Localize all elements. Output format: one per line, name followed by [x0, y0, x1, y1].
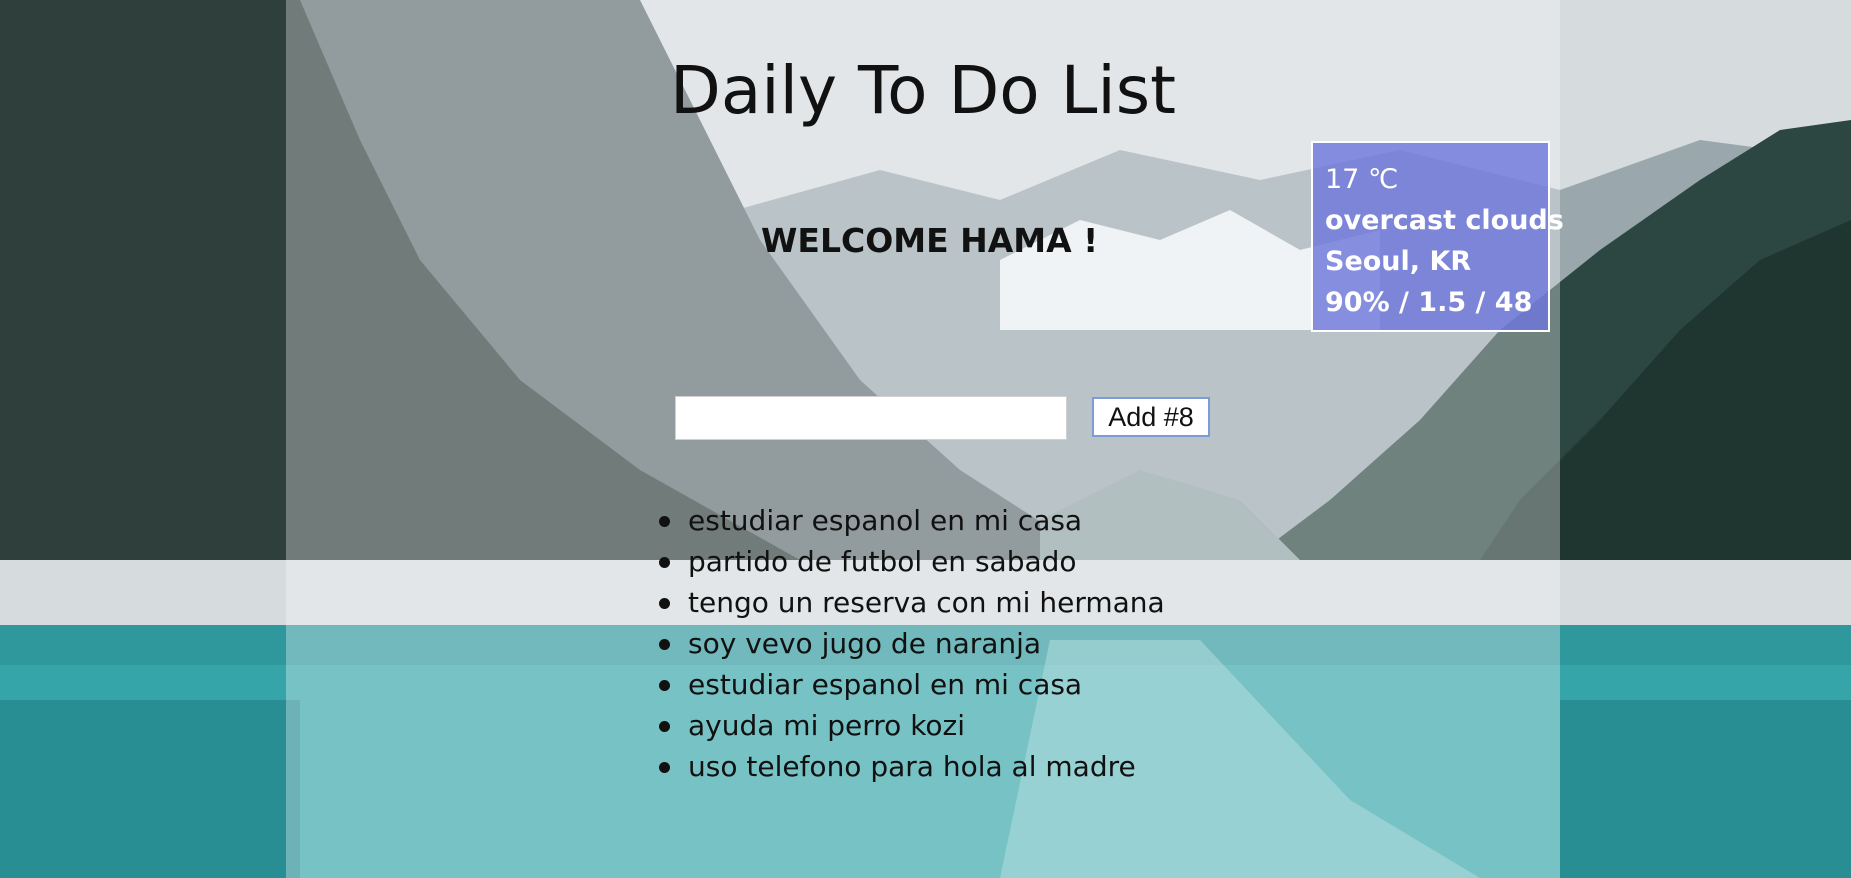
todo-item: estudiar espanol en mi casa — [658, 500, 1165, 541]
bullet-icon — [659, 680, 670, 691]
welcome-message: WELCOME HAMA ! — [761, 221, 1099, 260]
bullet-icon — [659, 639, 670, 650]
todo-list: estudiar espanol en mi casa partido de f… — [658, 500, 1165, 787]
weather-widget: 17 ℃ overcast clouds Seoul, KR 90% / 1.5… — [1311, 141, 1564, 332]
weather-stats: 90% / 1.5 / 48 — [1325, 287, 1533, 318]
todo-item: tengo un reserva con mi hermana — [658, 582, 1165, 623]
bullet-icon — [659, 516, 670, 527]
weather-description: overcast clouds — [1325, 205, 1564, 236]
weather-temperature: 17 ℃ — [1325, 164, 1399, 195]
todo-item-text: tengo un reserva con mi hermana — [688, 586, 1165, 619]
bullet-icon — [659, 721, 670, 732]
add-todo-button[interactable]: Add #8 — [1092, 397, 1210, 437]
todo-input[interactable] — [675, 396, 1067, 440]
page-title: Daily To Do List — [670, 52, 1176, 129]
todo-item-text: ayuda mi perro kozi — [688, 709, 966, 742]
todo-item: ayuda mi perro kozi — [658, 705, 1165, 746]
todo-item: estudiar espanol en mi casa — [658, 664, 1165, 705]
todo-item: soy vevo jugo de naranja — [658, 623, 1165, 664]
todo-item-text: estudiar espanol en mi casa — [688, 668, 1083, 701]
todo-item: partido de futbol en sabado — [658, 541, 1165, 582]
todo-item-text: uso telefono para hola al madre — [688, 750, 1136, 783]
bullet-icon — [659, 557, 670, 568]
bullet-icon — [659, 762, 670, 773]
todo-item-text: estudiar espanol en mi casa — [688, 504, 1083, 537]
todo-item: uso telefono para hola al madre — [658, 746, 1165, 787]
todo-item-text: partido de futbol en sabado — [688, 545, 1077, 578]
weather-location: Seoul, KR — [1325, 246, 1472, 277]
bullet-icon — [659, 598, 670, 609]
todo-item-text: soy vevo jugo de naranja — [688, 627, 1042, 660]
